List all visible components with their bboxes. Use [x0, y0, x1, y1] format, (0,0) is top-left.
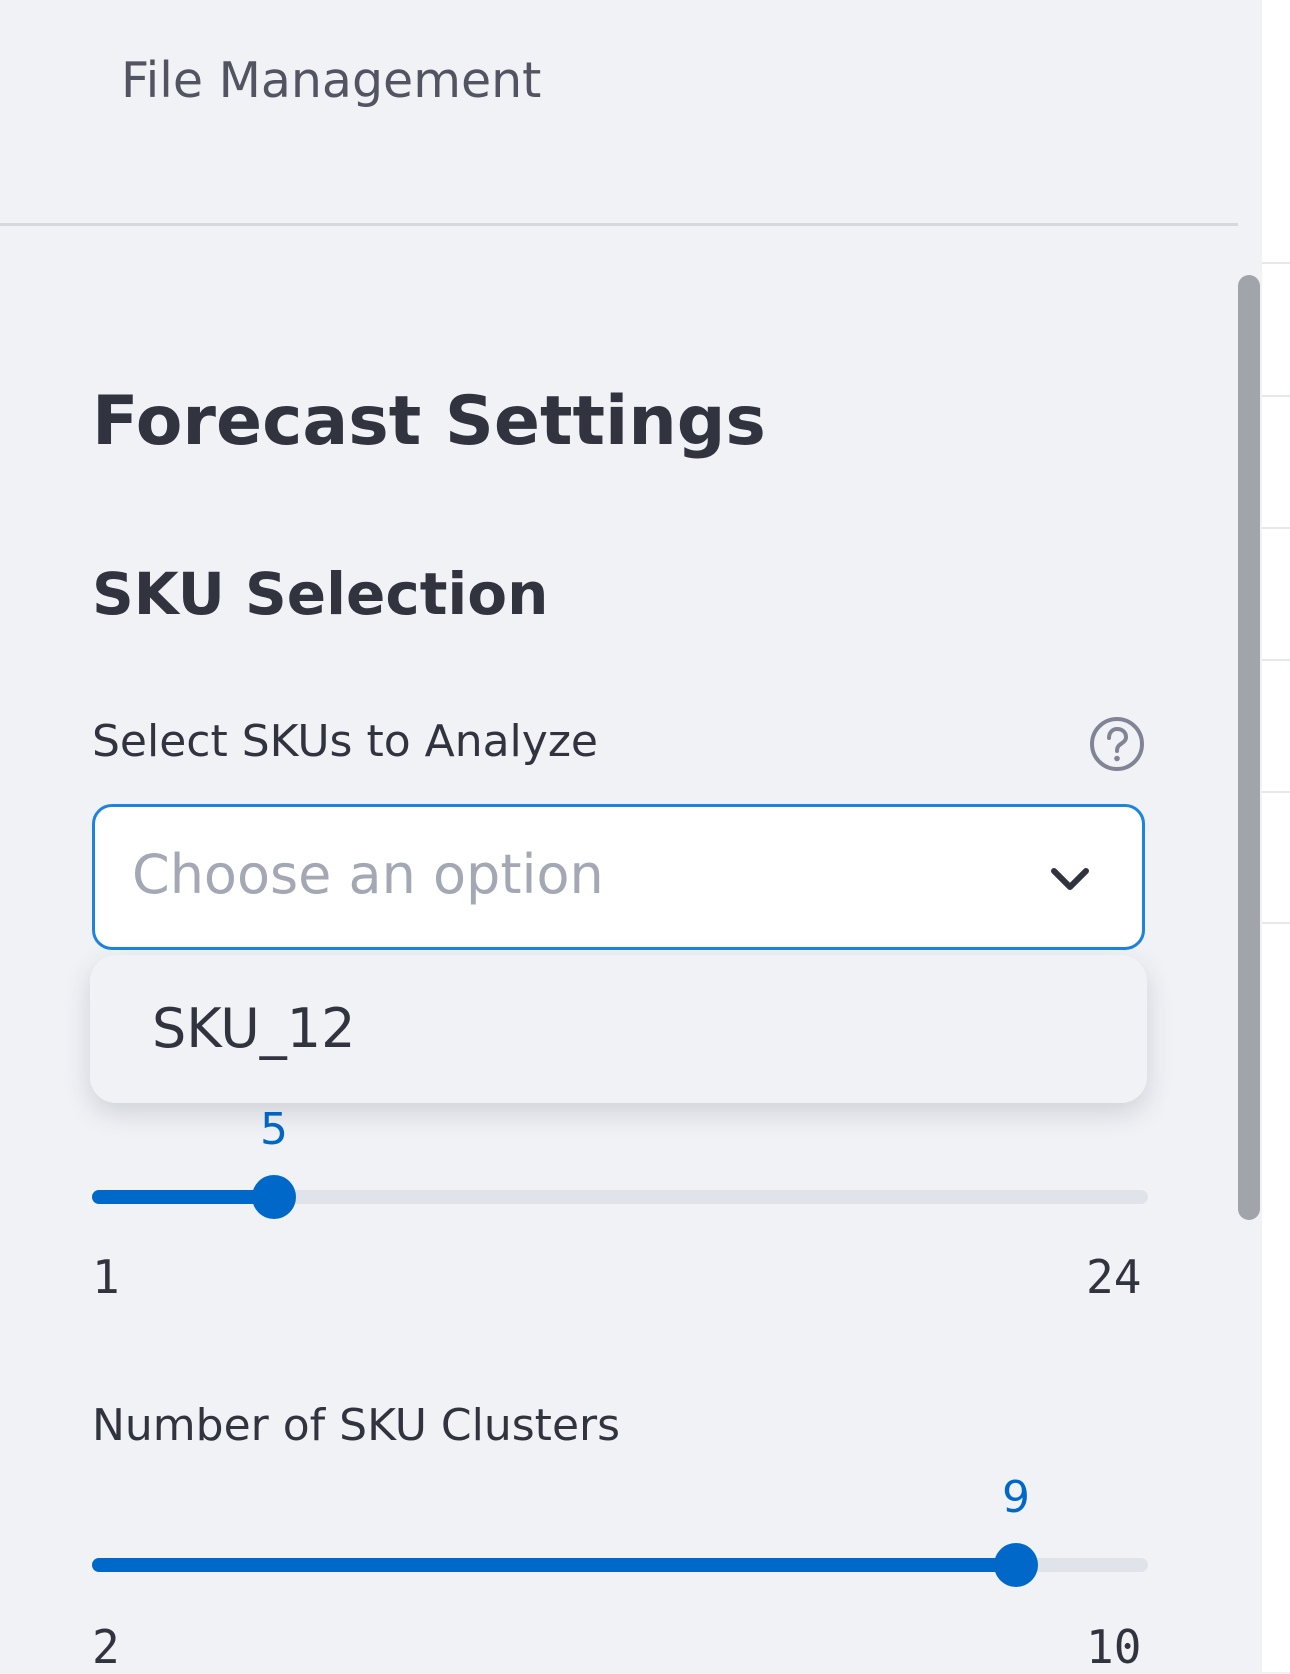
sidebar-scrollbar[interactable]: [1238, 275, 1260, 1220]
slider-one-track[interactable]: [92, 1175, 1148, 1219]
sku-select-label: Select SKUs to Analyze: [92, 716, 598, 767]
question-circle-icon[interactable]: [1089, 716, 1145, 772]
sku-clusters-min: 2: [92, 1620, 120, 1674]
sidebar: File Management Forecast Settings SKU Se…: [0, 0, 1260, 1674]
chevron-down-icon[interactable]: [1048, 857, 1092, 901]
forecast-settings-heading: Forecast Settings: [92, 382, 766, 461]
table-row-line: [1262, 922, 1290, 924]
slider-one-max: 24: [1086, 1250, 1142, 1304]
slider-one-thumb[interactable]: [252, 1175, 296, 1219]
sidebar-divider: [0, 223, 1238, 226]
sku-selection-heading: SKU Selection: [92, 560, 549, 628]
dropdown-option-sku-12[interactable]: SKU_12: [152, 997, 355, 1060]
sku-clusters-value: 9: [1002, 1472, 1030, 1523]
sku-multiselect[interactable]: Choose an option: [92, 804, 1145, 950]
slider-one-value: 5: [260, 1104, 288, 1155]
table-row-line: [1262, 791, 1290, 793]
table-row-line: [1262, 395, 1290, 397]
table-row-line: [1262, 527, 1290, 529]
sku-clusters-track[interactable]: [92, 1543, 1148, 1587]
sku-select-placeholder: Choose an option: [132, 843, 604, 906]
table-row-line: [1262, 659, 1290, 661]
table-row-line: [1262, 262, 1290, 264]
sku-clusters-max: 10: [1086, 1620, 1142, 1674]
slider-one-fill: [92, 1190, 274, 1204]
sku-clusters-label: Number of SKU Clusters: [92, 1400, 621, 1451]
main-content-edge: [1262, 0, 1290, 1672]
sku-clusters-fill: [92, 1558, 1016, 1572]
nav-item-file-management[interactable]: File Management: [121, 52, 541, 109]
sku-dropdown-menu: SKU_12: [90, 955, 1147, 1103]
slider-one-min: 1: [92, 1250, 120, 1304]
sku-clusters-thumb[interactable]: [994, 1543, 1038, 1587]
